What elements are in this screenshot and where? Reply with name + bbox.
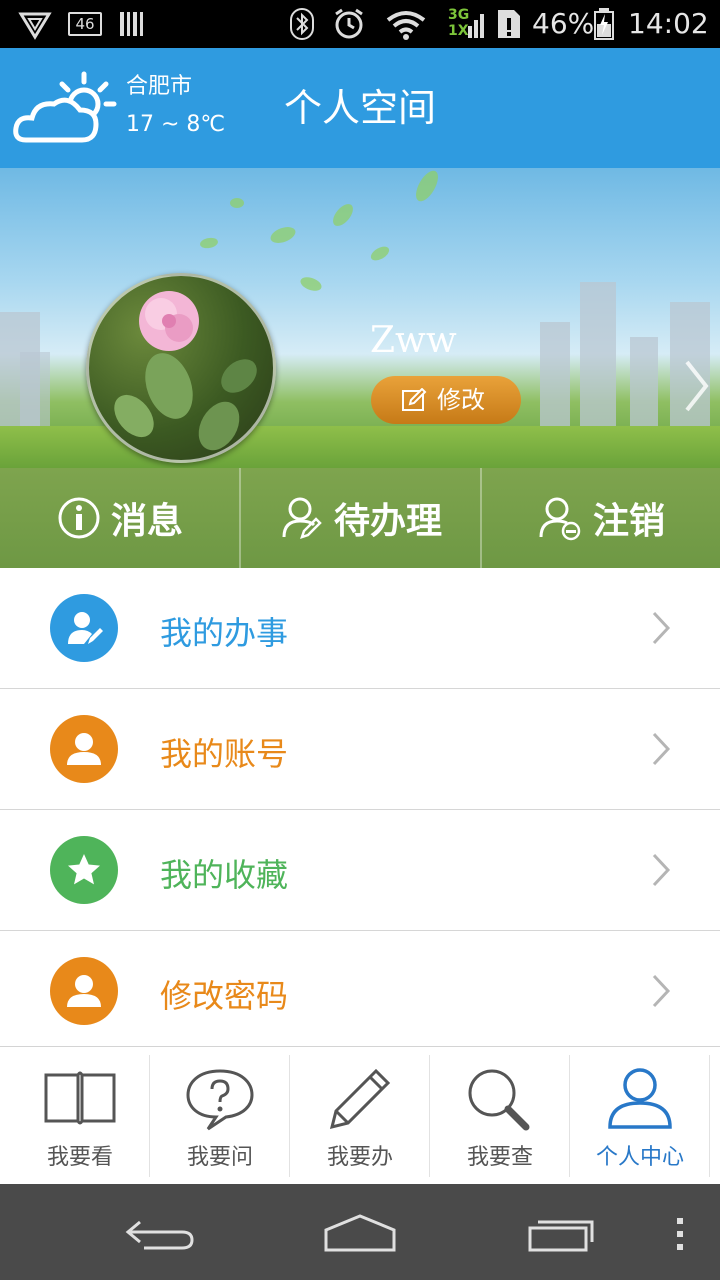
tab-label: 我要办 — [326, 1145, 393, 1170]
home-icon[interactable] — [322, 1212, 398, 1254]
leaf-decoration — [368, 243, 392, 264]
barcode-icon — [120, 12, 143, 36]
user-icon — [50, 957, 118, 1025]
list-item-label: 我的办事 — [160, 614, 289, 652]
battery-percent: 46% — [532, 7, 595, 40]
messages-label: 消息 — [110, 501, 183, 542]
clock: 14:02 — [628, 7, 709, 40]
question-bubble-icon — [186, 1069, 254, 1131]
edit-icon — [402, 388, 427, 411]
chevron-right-icon — [652, 611, 671, 645]
pending-label: 待办理 — [333, 501, 442, 542]
user-edit-icon — [282, 497, 322, 539]
building-decoration — [540, 322, 570, 432]
app-header: 合肥市 17 ~ 8℃ 个人空间 — [0, 48, 720, 168]
tab-label: 我要看 — [46, 1145, 113, 1170]
user-pen-icon — [50, 594, 118, 662]
building-decoration — [580, 282, 616, 432]
tab-handle[interactable]: 我要办 — [290, 1047, 430, 1185]
messages-button[interactable]: 消息 — [0, 468, 240, 568]
tab-label: 我要查 — [466, 1145, 533, 1170]
user-logout-icon — [539, 497, 581, 541]
user-icon — [50, 715, 118, 783]
search-icon — [468, 1069, 530, 1131]
grass-decoration — [0, 426, 720, 468]
avatar[interactable] — [86, 273, 276, 463]
leaf-decoration — [268, 223, 298, 247]
list-item-label: 修改密码 — [160, 977, 289, 1015]
pending-button[interactable]: 待办理 — [241, 468, 481, 568]
action-bar: 消息 待办理 注销 — [0, 468, 720, 568]
tab-label: 我要问 — [186, 1145, 253, 1170]
chevron-right-icon — [652, 732, 671, 766]
system-nav-bar — [0, 1184, 720, 1280]
pencil-icon — [329, 1068, 391, 1130]
list-item-change-password[interactable]: 修改密码 — [0, 931, 720, 1046]
leaf-decoration — [411, 168, 443, 205]
page-title: 个人空间 — [283, 86, 436, 130]
username: Zww — [370, 320, 457, 361]
chevron-right-icon[interactable] — [682, 358, 712, 414]
cell-signal-icon — [468, 14, 484, 38]
wifi-icon — [386, 11, 426, 40]
edit-profile-label: 修改 — [437, 386, 485, 414]
chevron-right-icon — [652, 853, 671, 887]
list-item-my-favorites[interactable]: 我的收藏 — [0, 810, 720, 931]
tab-ask[interactable]: 我要问 — [150, 1047, 290, 1185]
back-icon[interactable] — [124, 1214, 196, 1254]
leaf-decoration — [230, 198, 244, 208]
person-icon — [608, 1068, 672, 1129]
status-bar: 46 3G 1X 46% 14:02 — [0, 0, 720, 48]
list-item-my-account[interactable]: 我的账号 — [0, 689, 720, 810]
leaf-decoration — [329, 200, 357, 230]
tab-search[interactable]: 我要查 — [430, 1047, 570, 1185]
leaf-decoration — [199, 236, 219, 250]
rose-photo — [114, 291, 257, 451]
tab-personal-center[interactable]: 个人中心 — [570, 1047, 710, 1185]
chevron-right-icon — [652, 974, 671, 1008]
building-decoration — [20, 352, 50, 432]
bottom-tab-bar: 我要看 我要问 我要办 我要查 个人中心 — [0, 1046, 720, 1184]
building-decoration — [630, 337, 658, 432]
battery-charging-icon — [594, 8, 614, 40]
star-icon — [50, 836, 118, 904]
alarm-icon — [335, 8, 363, 39]
tab-view[interactable]: 我要看 — [10, 1047, 150, 1185]
signal-badge: 46 — [68, 12, 102, 36]
logout-label: 注销 — [592, 501, 665, 542]
bluetooth-icon — [290, 8, 314, 40]
list-item-label: 我的收藏 — [160, 856, 289, 894]
info-icon — [58, 497, 100, 539]
book-icon — [44, 1071, 116, 1125]
tab-label: 个人中心 — [595, 1145, 684, 1170]
divider — [709, 1055, 710, 1177]
sim-alert-icon — [498, 10, 520, 38]
logout-button[interactable]: 注销 — [482, 468, 720, 568]
list-item-label: 我的账号 — [160, 735, 289, 773]
leaf-decoration — [298, 274, 324, 294]
list-item-my-affairs[interactable]: 我的办事 — [0, 568, 720, 689]
recent-apps-icon[interactable] — [526, 1214, 598, 1254]
vpn-shield-icon — [18, 12, 52, 40]
more-options-icon[interactable] — [672, 1216, 688, 1256]
edit-profile-button[interactable]: 修改 — [371, 376, 521, 424]
profile-banner: Zww 修改 — [0, 168, 720, 468]
